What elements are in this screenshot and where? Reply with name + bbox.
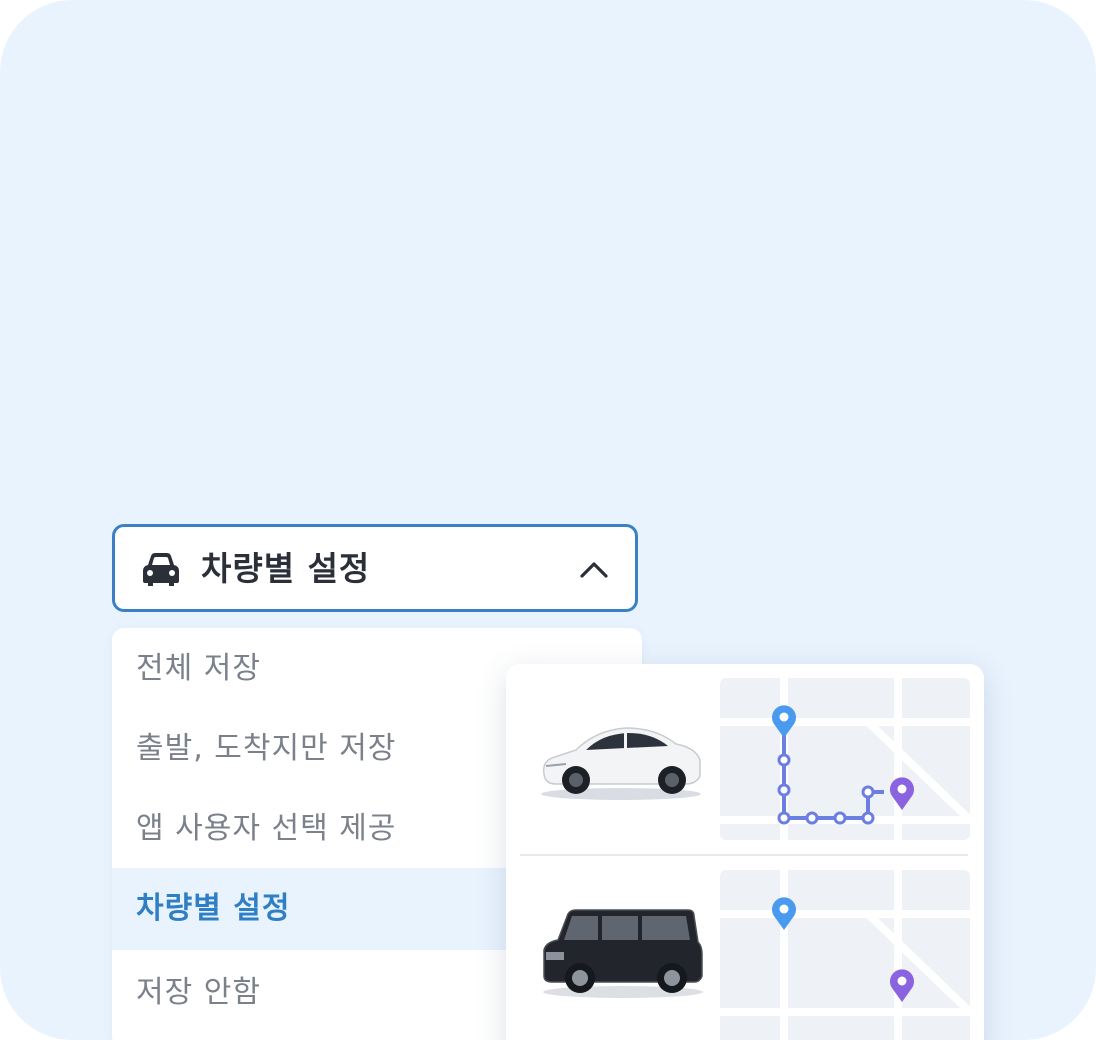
menu-item-label: 앱 사용자 선택 제공 <box>136 811 397 846</box>
menu-item-label: 전체 저장 <box>136 651 261 686</box>
menu-item-label: 저장 안함 <box>136 975 261 1010</box>
menu-item-label: 출발, 도착지만 저장 <box>136 731 397 766</box>
white-suv-image <box>541 727 701 800</box>
app-background: 차량별 설정 전체 저장 출발, 도착지만 저장 앱 사용자 선택 제공 차량별… <box>0 0 1096 1040</box>
menu-item-label: 차량별 설정 <box>136 891 291 926</box>
dropdown-selected-label: 차량별 설정 <box>201 549 371 588</box>
card-divider <box>520 854 968 856</box>
route-map-endpoints-only <box>720 870 970 1040</box>
route-map-full <box>720 678 970 840</box>
chevron-up-icon[interactable] <box>579 557 609 581</box>
vehicle-route-card <box>506 664 984 1040</box>
car-icon <box>143 553 179 586</box>
black-suv-image <box>543 909 703 998</box>
vehicle-setting-dropdown[interactable]: 차량별 설정 <box>112 524 638 612</box>
